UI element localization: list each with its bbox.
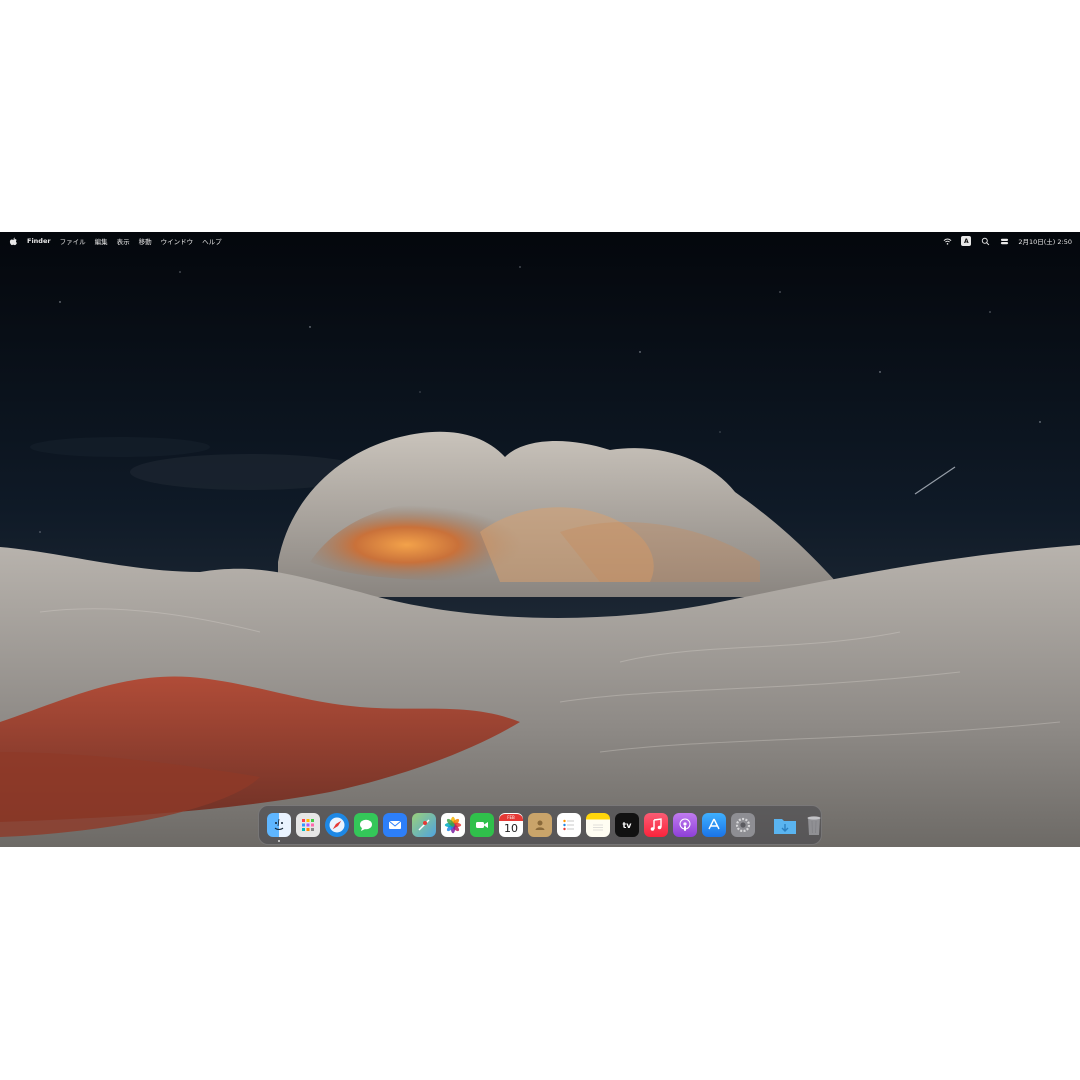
dock: FEB 10 tv bbox=[258, 805, 822, 845]
calendar-month: FEB bbox=[499, 814, 523, 821]
wifi-icon[interactable] bbox=[942, 236, 952, 246]
finder-icon[interactable] bbox=[267, 813, 291, 842]
podcasts-icon[interactable] bbox=[673, 813, 697, 837]
desktop-screen: Finder ファイル 編集 表示 移動 ウインドウ ヘルプ A 2月10日(土… bbox=[0, 232, 1080, 847]
trash-icon[interactable] bbox=[802, 813, 826, 837]
reminders-icon[interactable] bbox=[557, 813, 581, 837]
menu-clock[interactable]: 2月10日(土) 2:50 bbox=[1018, 236, 1072, 246]
messages-icon[interactable] bbox=[354, 813, 378, 837]
desktop-wallpaper bbox=[0, 232, 1080, 847]
calendar-day: 10 bbox=[504, 822, 518, 835]
facetime-icon[interactable] bbox=[470, 813, 494, 837]
search-icon[interactable] bbox=[980, 236, 990, 246]
menu-help[interactable]: ヘルプ bbox=[202, 236, 222, 246]
menu-go[interactable]: 移動 bbox=[139, 236, 152, 246]
control-center-icon[interactable] bbox=[999, 236, 1009, 246]
apple-icon[interactable] bbox=[8, 236, 18, 246]
notes-icon[interactable] bbox=[586, 813, 610, 837]
tv-label: tv bbox=[622, 820, 632, 830]
music-icon[interactable] bbox=[644, 813, 668, 837]
menu-app-name[interactable]: Finder bbox=[27, 237, 51, 245]
menu-edit[interactable]: 編集 bbox=[95, 236, 108, 246]
launchpad-icon[interactable] bbox=[296, 813, 320, 837]
safari-icon[interactable] bbox=[325, 813, 349, 837]
running-indicator bbox=[278, 840, 280, 842]
app-store-icon[interactable] bbox=[702, 813, 726, 837]
photos-icon[interactable] bbox=[441, 813, 465, 837]
menu-view[interactable]: 表示 bbox=[117, 236, 130, 246]
mail-icon[interactable] bbox=[383, 813, 407, 837]
tv-icon[interactable]: tv bbox=[615, 813, 639, 837]
menu-bar: Finder ファイル 編集 表示 移動 ウインドウ ヘルプ A 2月10日(土… bbox=[0, 232, 1080, 250]
calendar-icon[interactable]: FEB 10 bbox=[499, 813, 523, 837]
menu-file[interactable]: ファイル bbox=[60, 236, 86, 246]
menu-window[interactable]: ウインドウ bbox=[161, 236, 194, 246]
contacts-icon[interactable] bbox=[528, 813, 552, 837]
input-source-icon[interactable]: A bbox=[961, 236, 972, 246]
downloads-folder-icon[interactable] bbox=[773, 813, 797, 837]
maps-icon[interactable] bbox=[412, 813, 436, 837]
system-preferences-icon[interactable] bbox=[731, 813, 755, 837]
